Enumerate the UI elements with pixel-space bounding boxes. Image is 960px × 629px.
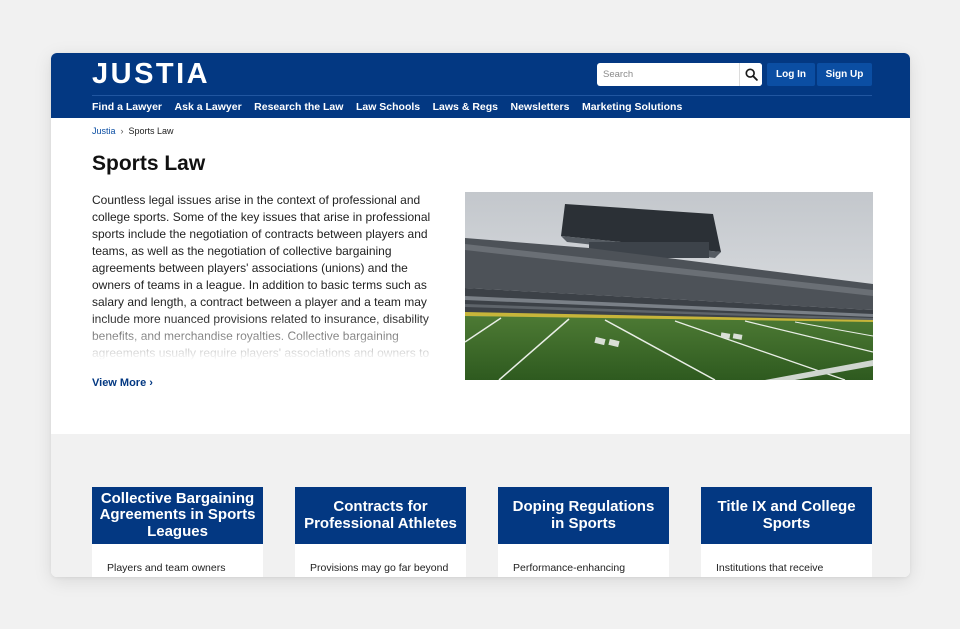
- topic-card-snippet: Institutions that receive: [716, 562, 824, 574]
- nav-marketing-solutions[interactable]: Marketing Solutions: [582, 100, 682, 114]
- signup-button[interactable]: Sign Up: [817, 63, 872, 86]
- stadium-image: [465, 192, 873, 380]
- search-input[interactable]: [597, 63, 738, 86]
- search-box: [597, 63, 762, 86]
- breadcrumb-current: Sports Law: [128, 126, 174, 136]
- view-more-link[interactable]: View More ›: [92, 376, 153, 390]
- topic-card-snippet: Performance-enhancing: [513, 562, 626, 574]
- nav-research-the-law[interactable]: Research the Law: [254, 100, 343, 114]
- header-divider: [92, 95, 872, 96]
- main-nav: Find a Lawyer Ask a Lawyer Research the …: [92, 100, 695, 114]
- intro-section: Countless legal issues arise in the cont…: [92, 192, 438, 360]
- topic-card-snippet: Players and team owners: [107, 562, 226, 574]
- search-icon: [744, 68, 758, 81]
- topic-card-title[interactable]: Collective Bargaining Agreements in Spor…: [92, 487, 263, 544]
- topic-card-snippet: Provisions may go far beyond: [310, 562, 449, 574]
- login-button[interactable]: Log In: [767, 63, 815, 86]
- topic-card-title-ix[interactable]: Title IX and College Sports Institutions…: [701, 487, 872, 577]
- nav-newsletters[interactable]: Newsletters: [511, 100, 570, 114]
- topic-card-doping[interactable]: Doping Regulations in Sports Performance…: [498, 487, 669, 577]
- justia-logo[interactable]: JUSTIA: [92, 57, 210, 91]
- stadium-illustration: [465, 192, 873, 380]
- topic-card-title[interactable]: Title IX and College Sports: [701, 487, 872, 544]
- breadcrumb-home-link[interactable]: Justia: [92, 126, 116, 136]
- topic-card-collective-bargaining[interactable]: Collective Bargaining Agreements in Spor…: [92, 487, 263, 577]
- search-button[interactable]: [739, 63, 762, 86]
- topics-section: Collective Bargaining Agreements in Spor…: [51, 434, 910, 577]
- topic-card-title[interactable]: Contracts for Professional Athletes: [295, 487, 466, 544]
- nav-ask-a-lawyer[interactable]: Ask a Lawyer: [175, 100, 242, 114]
- browser-window: JUSTIA Log In Sign Up Find a Lawyer Ask …: [51, 53, 910, 577]
- breadcrumb-separator-icon: ›: [120, 126, 124, 136]
- breadcrumb: Justia › Sports Law: [92, 126, 174, 137]
- topic-card-contracts[interactable]: Contracts for Professional Athletes Prov…: [295, 487, 466, 577]
- intro-fade-overlay: [92, 316, 438, 360]
- site-header: JUSTIA Log In Sign Up Find a Lawyer Ask …: [51, 53, 910, 118]
- nav-laws-and-regs[interactable]: Laws & Regs: [433, 100, 498, 114]
- page-title: Sports Law: [92, 152, 206, 175]
- nav-law-schools[interactable]: Law Schools: [356, 100, 420, 114]
- nav-find-a-lawyer[interactable]: Find a Lawyer: [92, 100, 162, 114]
- topic-card-title[interactable]: Doping Regulations in Sports: [498, 487, 669, 544]
